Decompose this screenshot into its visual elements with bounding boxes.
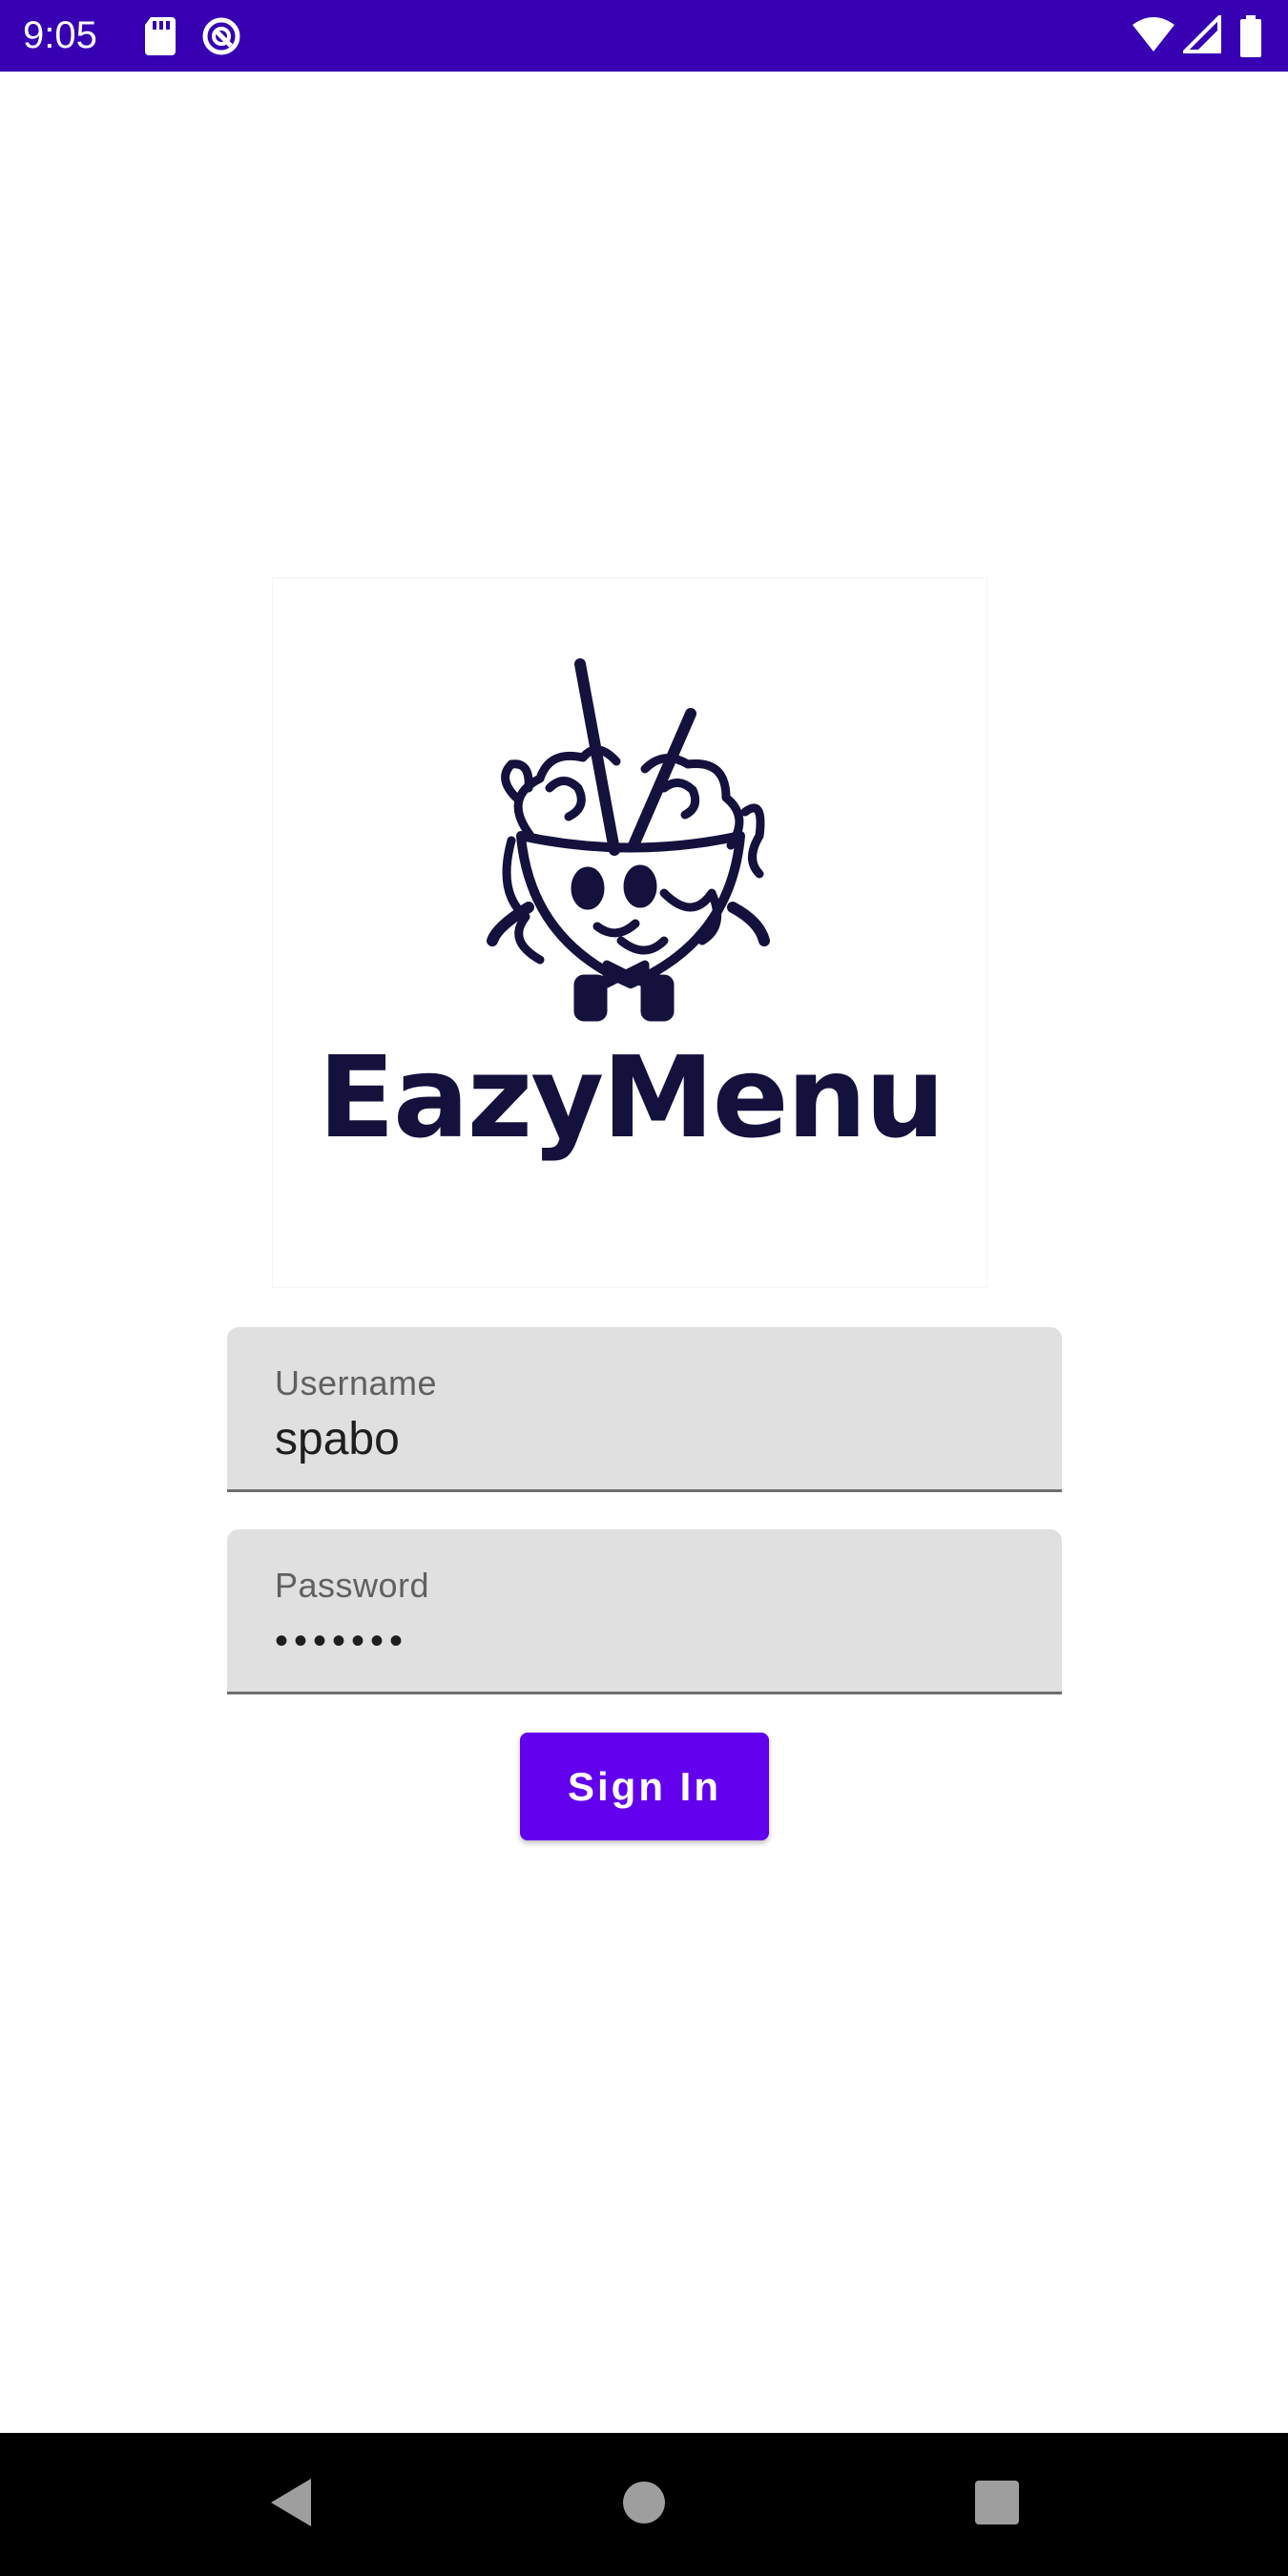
- password-label: Password: [275, 1566, 430, 1605]
- noodle-bowl-mascot-icon: [473, 654, 788, 1031]
- sd-card-icon: [143, 15, 177, 60]
- home-button[interactable]: [592, 2433, 696, 2576]
- sync-icon: [200, 15, 242, 62]
- status-bar: 9:05: [0, 0, 1288, 72]
- username-label: Username: [275, 1363, 438, 1402]
- signal-icon: [1180, 12, 1221, 58]
- navigation-bar: [0, 2433, 1288, 2576]
- back-button[interactable]: [239, 2433, 343, 2576]
- username-field[interactable]: Username spabo: [227, 1327, 1062, 1492]
- recents-icon: [974, 2480, 1020, 2530]
- home-icon: [622, 2481, 666, 2529]
- username-input[interactable]: spabo: [275, 1413, 1019, 1465]
- status-time: 9:05: [23, 14, 97, 56]
- logo-wordmark: EazyMenu: [318, 1031, 945, 1163]
- battery-icon: [1238, 15, 1263, 62]
- wifi-icon: [1132, 15, 1175, 58]
- app-logo: EazyMenu: [272, 577, 987, 1288]
- recents-button[interactable]: [945, 2433, 1049, 2576]
- sign-in-button[interactable]: Sign In: [520, 1733, 769, 1840]
- password-input[interactable]: •••••••: [275, 1620, 1019, 1663]
- password-field[interactable]: Password •••••••: [227, 1529, 1062, 1694]
- back-icon: [267, 2477, 315, 2533]
